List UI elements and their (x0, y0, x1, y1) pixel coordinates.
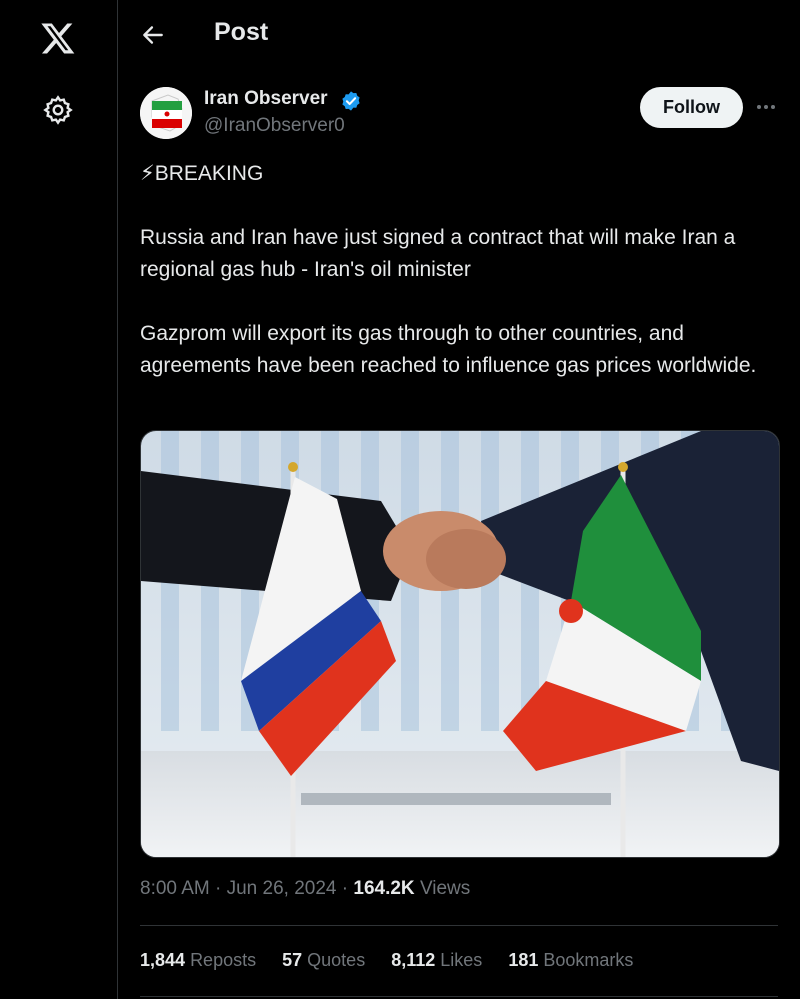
post-detail: Post Iran Observer @IranObserver0 Follow… (118, 0, 800, 999)
views-count: 164.2K (353, 878, 415, 899)
post-date[interactable]: Jun 26, 2024 (227, 878, 337, 899)
stat-quotes[interactable]: 57 Quotes (282, 950, 365, 971)
meta-separator: · (215, 878, 227, 899)
stat-reposts[interactable]: 1,844 Reposts (140, 950, 256, 971)
engagement-stats: 1,844 Reposts 57 Quotes 8,112 Likes 181 … (140, 950, 633, 971)
x-logo-icon[interactable] (40, 20, 76, 56)
stat-label: Reposts (190, 950, 257, 970)
views-label: Views (419, 878, 471, 899)
stat-count: 1,844 (140, 950, 186, 970)
avatar[interactable] (140, 87, 192, 139)
stat-label: Quotes (307, 950, 366, 970)
follow-button[interactable]: Follow (640, 87, 743, 128)
stat-bookmarks[interactable]: 181 Bookmarks (508, 950, 633, 971)
sidebar (0, 0, 118, 999)
post-image[interactable] (140, 430, 780, 858)
verified-badge-icon (342, 91, 360, 111)
post-meta: 8:00 AM · Jun 26, 2024 · 164.2K Views (140, 878, 470, 900)
divider (140, 925, 778, 926)
stat-label: Bookmarks (543, 950, 634, 970)
post-time[interactable]: 8:00 AM (140, 878, 210, 899)
post-line-contract: Russia and Iran have just signed a contr… (140, 226, 736, 281)
divider (140, 996, 778, 997)
stat-count: 57 (282, 950, 303, 970)
post-line-gazprom: Gazprom will export its gas through to o… (140, 322, 757, 377)
gear-icon[interactable] (42, 94, 74, 126)
post-line-breaking: ⚡BREAKING (140, 162, 264, 185)
stat-count: 181 (508, 950, 539, 970)
author-handle[interactable]: @IranObserver0 (204, 115, 345, 137)
more-icon[interactable] (754, 96, 778, 118)
back-arrow-icon[interactable] (140, 22, 166, 48)
stat-label: Likes (440, 950, 483, 970)
page-title: Post (214, 18, 269, 46)
post-text: ⚡BREAKING Russia and Iran have just sign… (140, 158, 788, 414)
author-name[interactable]: Iran Observer (204, 88, 328, 110)
stat-count: 8,112 (391, 950, 436, 970)
stat-likes[interactable]: 8,112 Likes (391, 950, 482, 971)
meta-separator: · (341, 878, 354, 899)
